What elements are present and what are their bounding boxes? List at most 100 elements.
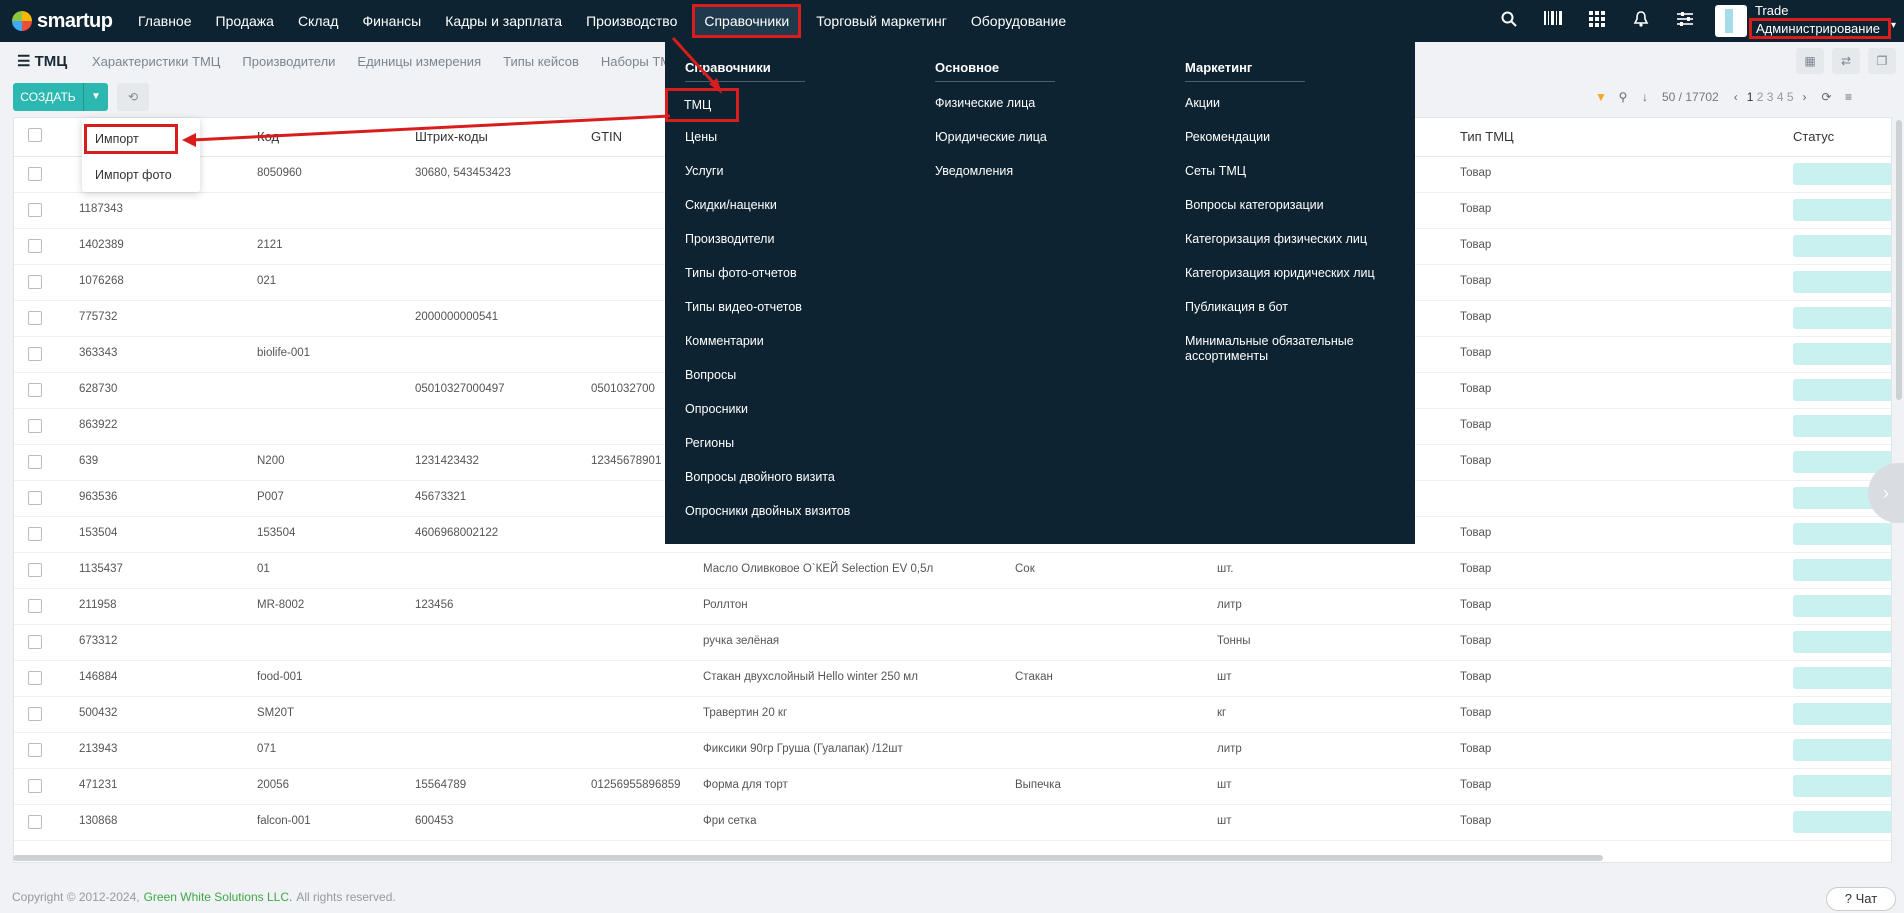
menu-item[interactable]: Публикация в бот xyxy=(1185,300,1395,334)
table-row[interactable]: 500432 SM20T Травертин 20 кг кг Товар xyxy=(14,696,1891,733)
barcode-icon[interactable] xyxy=(1543,11,1563,31)
menu-item[interactable]: Вопросы двойного визита xyxy=(685,470,850,504)
nav-item-references[interactable]: Справочники xyxy=(692,4,802,38)
calendar-icon[interactable]: ▦ xyxy=(1796,48,1824,74)
menu-item[interactable]: Регионы xyxy=(685,436,850,470)
menu-item[interactable]: Скидки/наценки xyxy=(685,198,850,232)
row-checkbox[interactable] xyxy=(28,634,42,649)
menu-item[interactable]: Минимальные обязательные ассортименты xyxy=(1185,334,1395,368)
menu-item[interactable]: Комментарии xyxy=(685,334,850,368)
menu-item[interactable]: Вопросы xyxy=(685,368,850,402)
col-code[interactable]: Код xyxy=(257,118,415,157)
select-all-checkbox[interactable] xyxy=(28,128,42,143)
menu-item[interactable]: Типы видео-отчетов xyxy=(685,300,850,334)
menu-item[interactable]: Опросники xyxy=(685,402,850,436)
horizontal-scrollbar[interactable] xyxy=(13,855,1603,861)
col-barcodes[interactable]: Штрих-коды xyxy=(415,118,591,157)
row-checkbox[interactable] xyxy=(28,670,42,685)
col-type[interactable]: Тип ТМЦ xyxy=(1460,118,1793,157)
table-row[interactable]: 471231 20056 15564789 01256955896859 Форма д… xyxy=(14,768,1891,805)
menu-item[interactable]: Физические лица xyxy=(935,96,1055,130)
row-checkbox[interactable] xyxy=(28,382,42,397)
tab-case-types[interactable]: Типы кейсов xyxy=(503,54,579,69)
row-checkbox[interactable] xyxy=(28,310,42,325)
row-checkbox[interactable] xyxy=(28,454,42,469)
nav-item-main[interactable]: Главное xyxy=(126,0,204,42)
nav-item-trade-marketing[interactable]: Торговый маркетинг xyxy=(804,0,959,42)
logo[interactable]: smartup xyxy=(0,10,126,33)
row-checkbox[interactable] xyxy=(28,490,42,505)
tab-units[interactable]: Единицы измерения xyxy=(357,54,481,69)
user-role[interactable]: Администрирование xyxy=(1748,18,1891,39)
row-checkbox[interactable] xyxy=(28,814,42,829)
tab-manufacturers[interactable]: Производители xyxy=(242,54,335,69)
page-5[interactable]: 5 xyxy=(1787,90,1794,104)
nav-item-equipment[interactable]: Оборудование xyxy=(959,0,1078,42)
refresh-icon[interactable]: ⟳ xyxy=(1816,90,1838,104)
sort-down-icon[interactable]: ↓ xyxy=(1634,90,1656,104)
row-checkbox[interactable] xyxy=(28,742,42,757)
chevron-down-icon[interactable]: ▾ xyxy=(1891,20,1896,31)
row-checkbox[interactable] xyxy=(28,166,42,181)
nav-item-sales[interactable]: Продажа xyxy=(204,0,286,42)
create-button[interactable]: СОЗДАТЬ ▼ xyxy=(13,83,108,111)
caret-down-icon[interactable]: ▼ xyxy=(83,83,108,111)
col-status[interactable]: Статус xyxy=(1793,118,1891,157)
bell-icon[interactable] xyxy=(1631,11,1651,31)
row-checkbox[interactable] xyxy=(28,238,42,253)
search-icon[interactable] xyxy=(1499,11,1519,31)
table-row[interactable]: 1135437 01 Масло Оливковое О`КЕЙ Selection… xyxy=(14,552,1891,589)
nav-item-production[interactable]: Производство xyxy=(574,0,689,42)
nav-item-warehouse[interactable]: Склад xyxy=(286,0,351,42)
row-checkbox[interactable] xyxy=(28,346,42,361)
menu-item[interactable]: Сеты ТМЦ xyxy=(1185,164,1395,198)
menu-item[interactable]: Юридические лица xyxy=(935,130,1055,164)
page-title[interactable]: ☰ ТМЦ xyxy=(0,52,92,70)
vertical-scrollbar[interactable] xyxy=(1896,120,1902,400)
chat-button[interactable]: ? Чат xyxy=(1826,887,1896,911)
table-row[interactable]: 213943 071 Фиксики 90гр Груша (Гуалапак) /… xyxy=(14,732,1891,769)
row-checkbox[interactable] xyxy=(28,526,42,541)
create-button-label[interactable]: СОЗДАТЬ xyxy=(13,83,83,111)
menu-icon[interactable]: ≡ xyxy=(1838,90,1860,104)
menu-item[interactable]: Уведомления xyxy=(935,164,1055,198)
import-menu-item[interactable]: Импорт xyxy=(84,124,178,154)
avatar[interactable] xyxy=(1714,5,1747,37)
row-checkbox[interactable] xyxy=(28,778,42,793)
table-row[interactable]: 130868 falcon-001 600453 Фри сетка шт Товар xyxy=(14,804,1891,841)
page-4[interactable]: 4 xyxy=(1777,90,1784,104)
copy-icon[interactable]: ❐ xyxy=(1868,48,1896,74)
row-checkbox[interactable] xyxy=(28,598,42,613)
menu-item[interactable]: Типы фото-отчетов xyxy=(685,266,850,300)
page-1[interactable]: 1 xyxy=(1747,90,1754,104)
chevron-left-icon[interactable]: ‹ xyxy=(1725,90,1747,104)
chevron-right-icon[interactable]: › xyxy=(1794,90,1816,104)
table-row[interactable]: 146884 food-001 Стакан двухслойный Hello w… xyxy=(14,660,1891,697)
transfer-icon[interactable]: ⇄ xyxy=(1832,48,1860,74)
menu-item[interactable]: Услуги xyxy=(685,164,850,198)
grid-icon[interactable] xyxy=(1587,11,1607,31)
menu-item[interactable]: Акции xyxy=(1185,96,1395,130)
company-link[interactable]: Green White Solutions LLC. xyxy=(144,890,293,904)
row-checkbox[interactable] xyxy=(28,562,42,577)
nav-item-hr[interactable]: Кадры и зарплата xyxy=(433,0,574,42)
table-row[interactable]: 673312 ручка зелёная Тонны Товар xyxy=(14,624,1891,661)
page-2[interactable]: 2 xyxy=(1757,90,1764,104)
menu-item[interactable]: Цены xyxy=(685,130,850,164)
user-block[interactable]: Trade Администрирование xyxy=(1748,3,1891,39)
row-checkbox[interactable] xyxy=(28,418,42,433)
tab-characteristics[interactable]: Характеристики ТМЦ xyxy=(92,54,220,69)
menu-item[interactable]: Категоризация юридических лиц xyxy=(1185,266,1395,300)
menu-item[interactable]: Опросники двойных визитов xyxy=(685,504,850,538)
menu-item[interactable]: Вопросы категоризации xyxy=(1185,198,1395,232)
row-checkbox[interactable] xyxy=(28,202,42,217)
pin-icon[interactable]: ⚲ xyxy=(1612,90,1634,104)
menu-item[interactable]: Производители xyxy=(685,232,850,266)
menu-item-tmc[interactable]: ТМЦ xyxy=(665,88,739,122)
filter-icon[interactable]: ▼ xyxy=(1590,90,1612,104)
page-3[interactable]: 3 xyxy=(1767,90,1774,104)
row-checkbox[interactable] xyxy=(28,274,42,289)
menu-item[interactable]: Категоризация физических лиц xyxy=(1185,232,1395,266)
import-photo-menu-item[interactable]: Импорт фото xyxy=(95,168,172,182)
table-row[interactable]: 211958 MR-8002 123456 Роллтон литр Товар xyxy=(14,588,1891,625)
